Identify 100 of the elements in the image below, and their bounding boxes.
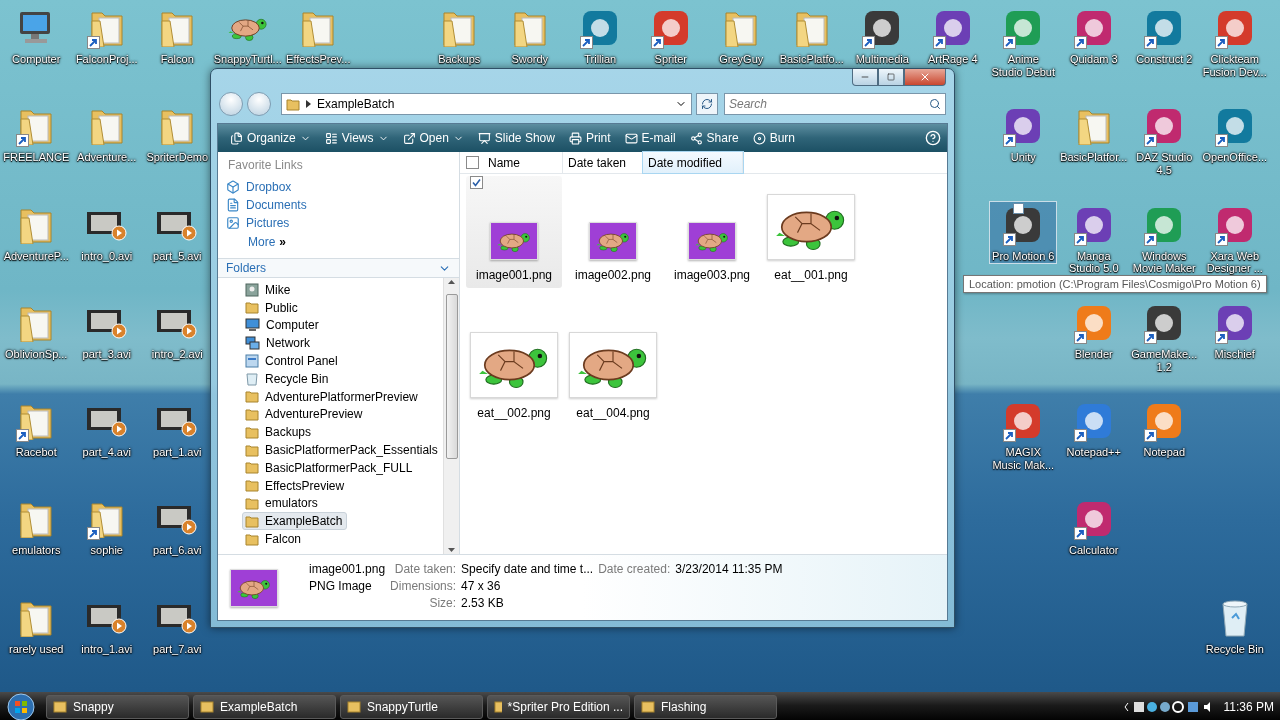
- app-icon: [1145, 107, 1184, 146]
- folder-icon: [245, 479, 259, 493]
- app-icon: [1004, 402, 1043, 441]
- file-item[interactable]: image002.png: [565, 176, 661, 288]
- folder-icon: [286, 97, 300, 111]
- maximize-button[interactable]: [878, 69, 904, 86]
- folder-tree-item[interactable]: AdventurePlatformerPreview: [242, 387, 423, 406]
- folders-header[interactable]: Folders: [218, 258, 459, 278]
- toolbar-icon: [324, 131, 338, 145]
- file-name: image001.png: [309, 562, 386, 578]
- app-icon: [651, 9, 690, 47]
- search-icon: [929, 98, 941, 110]
- search-field[interactable]: Search: [724, 93, 946, 115]
- minimize-button[interactable]: [852, 69, 878, 86]
- favorite-link[interactable]: Dropbox: [218, 178, 459, 196]
- folder-icon: [160, 9, 195, 47]
- folder-tree-item[interactable]: Control Panel: [242, 352, 343, 370]
- file-item[interactable]: eat__001.png: [763, 176, 859, 288]
- toolbar-button[interactable]: E-mail: [618, 128, 682, 148]
- app-icon: [1215, 107, 1254, 146]
- folder-icon: [19, 107, 54, 146]
- folder-tree-item[interactable]: BasicPlatformerPack_FULL: [242, 458, 418, 477]
- toolbar-button[interactable]: Print: [562, 128, 617, 148]
- folder-tree-item[interactable]: BasicPlatformerPack_Essentials: [242, 441, 443, 459]
- column-header[interactable]: Name: [483, 152, 563, 173]
- help-button[interactable]: [925, 130, 941, 146]
- toolbar-button[interactable]: Slide Show: [471, 128, 561, 148]
- folder-tree-item[interactable]: Recycle Bin: [242, 370, 334, 388]
- app-icon: [1004, 9, 1043, 47]
- trash-icon: [1219, 597, 1250, 638]
- checkbox[interactable]: [470, 176, 483, 189]
- refresh-button[interactable]: [696, 93, 718, 115]
- toolbar-button[interactable]: Organize: [224, 128, 317, 148]
- favorite-link[interactable]: Documents: [218, 196, 459, 214]
- folder-tree-item[interactable]: Computer: [242, 316, 324, 335]
- app-icon: [1145, 9, 1184, 47]
- app-icon: [1074, 205, 1113, 244]
- select-all-checkbox[interactable]: [466, 156, 479, 169]
- app-icon: [581, 9, 620, 47]
- computer-icon: [245, 318, 260, 333]
- folder-tree-item[interactable]: Falcon: [242, 530, 307, 548]
- toolbar-button[interactable]: Open: [396, 128, 470, 148]
- folder-tree-item[interactable]: emulators: [242, 494, 323, 513]
- app-icon: [1145, 205, 1184, 244]
- detail-value: 3/23/2014 11:35 PM: [675, 562, 783, 578]
- detail-label: Date created:: [598, 562, 671, 578]
- close-button[interactable]: [904, 69, 946, 86]
- toolbar-button[interactable]: Burn: [746, 128, 801, 148]
- app-icon: [1004, 107, 1043, 146]
- back-button[interactable]: [219, 92, 243, 116]
- folder-icon: [245, 390, 259, 404]
- folder-icon: [245, 425, 259, 439]
- toolbar-icon: [402, 131, 416, 145]
- folder-tree-item[interactable]: Network: [242, 334, 315, 353]
- clock: 11:36 PM: [1223, 700, 1274, 715]
- folder-tree-item[interactable]: ExampleBatch: [242, 512, 348, 531]
- folder-icon: [160, 107, 195, 146]
- folder-icon: [89, 9, 124, 47]
- more-link[interactable]: More »: [218, 232, 459, 252]
- folder-icon: [245, 407, 259, 421]
- app-icon: [1074, 9, 1113, 47]
- refresh-icon: [701, 98, 713, 110]
- detail-label: Size:: [428, 596, 457, 612]
- checkbox[interactable]: [1013, 202, 1025, 214]
- scroll-down-icon: [448, 548, 455, 552]
- detail-value: 2.53 KB: [461, 596, 505, 612]
- section-title: Favorite Links: [227, 157, 304, 174]
- folder-icon: [245, 461, 259, 475]
- taskbar-button[interactable]: ExampleBatch: [193, 695, 336, 720]
- file-item[interactable]: image001.png: [466, 176, 562, 288]
- forward-button[interactable]: [247, 92, 271, 116]
- app-icon: [1215, 9, 1254, 47]
- file-item[interactable]: image003.png: [664, 176, 760, 288]
- folder-tree-item[interactable]: AdventurePreview: [242, 405, 368, 424]
- taskbar-button[interactable]: SnappyTurtle: [340, 695, 483, 720]
- toolbar-button[interactable]: Views: [318, 128, 395, 148]
- scrollbar[interactable]: [443, 278, 459, 554]
- folder-tree-item[interactable]: Public: [242, 298, 303, 317]
- folder-icon: [19, 500, 54, 539]
- file-type: PNG Image: [309, 579, 373, 595]
- toolbar-button[interactable]: Share: [683, 128, 745, 148]
- folder-tree-item[interactable]: EffectsPreview: [242, 476, 350, 495]
- folder-tree-item[interactable]: Mike: [242, 281, 296, 299]
- taskbar-button[interactable]: Flashing: [634, 695, 777, 720]
- folder-icon: [19, 402, 54, 441]
- file-item[interactable]: eat__002.png: [466, 314, 562, 426]
- file-item[interactable]: eat__004.png: [565, 314, 661, 426]
- taskbar-button[interactable]: *Spriter Pro Edition ...: [487, 695, 630, 720]
- toolbar-icon: [230, 131, 243, 145]
- folder-icon: [794, 9, 829, 47]
- scroll-thumb[interactable]: [445, 294, 458, 459]
- favorite-link[interactable]: Pictures: [218, 214, 459, 232]
- folder-tree-item[interactable]: Backups: [242, 423, 317, 442]
- trash-icon: [245, 371, 259, 386]
- address-bar[interactable]: ExampleBatch: [281, 93, 692, 115]
- detail-label: Date taken:: [393, 562, 457, 578]
- column-header[interactable]: Date modified: [643, 152, 743, 173]
- taskbar-button[interactable]: Snappy: [46, 695, 189, 720]
- desktop-icon[interactable]: Pro Motion 6: [989, 200, 1058, 265]
- window-icon: [53, 700, 67, 715]
